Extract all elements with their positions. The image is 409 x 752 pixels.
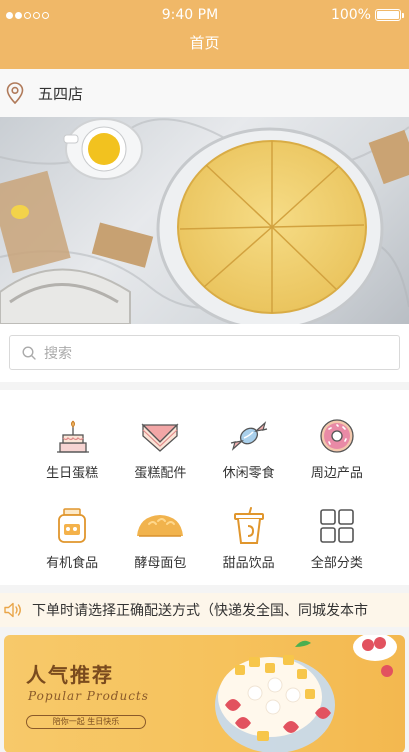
- category-label: 有机食品: [46, 555, 99, 571]
- promo-tag: 陪你一起 生日快乐: [26, 715, 146, 729]
- category-label: 蛋糕配件: [134, 466, 187, 481]
- fruit-cake-image: [215, 635, 397, 752]
- banner-image[interactable]: [0, 117, 409, 324]
- battery-percent: 100%: [330, 7, 371, 23]
- search-area: 搜索: [0, 324, 409, 382]
- speaker-icon: [4, 602, 21, 618]
- search-input[interactable]: 搜索: [9, 335, 400, 370]
- birthday-cake-icon: [57, 420, 90, 453]
- drink-cup-icon: [233, 506, 264, 544]
- store-location-bar[interactable]: 五四店: [0, 69, 409, 117]
- search-icon: [22, 345, 36, 360]
- notice-text: 下单时请选择正确配送方式（快递发全国、同城发本市: [32, 603, 368, 619]
- category-cake-accessories[interactable]: 蛋糕配件: [116, 416, 204, 496]
- category-label: 生日蛋糕: [46, 466, 99, 481]
- category-label: 甜品饮品: [222, 555, 275, 571]
- category-label: 酵母面包: [134, 555, 187, 571]
- promo-title: 人气推荐: [26, 663, 114, 687]
- category-all[interactable]: 全部分类: [293, 506, 381, 586]
- category-organic-food[interactable]: 有机食品: [28, 506, 116, 586]
- crepe-cake-photo: [0, 118, 409, 324]
- page-title: 首页: [189, 34, 220, 52]
- jar-icon: [58, 507, 87, 543]
- grid-icon: [320, 508, 354, 543]
- category-merchandise[interactable]: 周边产品: [293, 416, 381, 496]
- promo-banner[interactable]: 人气推荐 Popular Products 陪你一起 生日快乐: [4, 635, 405, 752]
- location-pin-icon: [6, 82, 24, 104]
- battery-icon: [374, 9, 404, 21]
- category-label: 休闲零食: [222, 466, 275, 481]
- category-desserts-drinks[interactable]: 甜品饮品: [205, 506, 293, 586]
- notice-bar[interactable]: 下单时请选择正确配送方式（快递发全国、同城发本市: [0, 593, 409, 627]
- category-birthday-cake[interactable]: 生日蛋糕: [28, 416, 116, 496]
- cake-slice-icon: [141, 423, 179, 452]
- status-time: 9:40 PM: [161, 7, 219, 23]
- store-name: 五四店: [38, 84, 84, 103]
- bread-icon: [137, 514, 184, 537]
- search-placeholder: 搜索: [44, 345, 72, 362]
- category-label: 周边产品: [310, 466, 363, 481]
- candy-icon: [230, 421, 267, 451]
- category-grid: 生日蛋糕 蛋糕配件 休闲零食 周边产品 有机食品 酵母面包 甜品饮品 全部分类: [0, 390, 409, 585]
- signal-icon: [6, 11, 49, 19]
- category-label: 全部分类: [310, 555, 363, 571]
- donut-icon: [320, 419, 354, 453]
- category-yeast-bread[interactable]: 酵母面包: [116, 506, 204, 586]
- app-header: 9:40 PM 100% 首页: [0, 0, 409, 69]
- status-bar: 9:40 PM 100%: [0, 0, 409, 30]
- promo-subtitle: Popular Products: [28, 689, 149, 703]
- category-snacks[interactable]: 休闲零食: [205, 416, 293, 496]
